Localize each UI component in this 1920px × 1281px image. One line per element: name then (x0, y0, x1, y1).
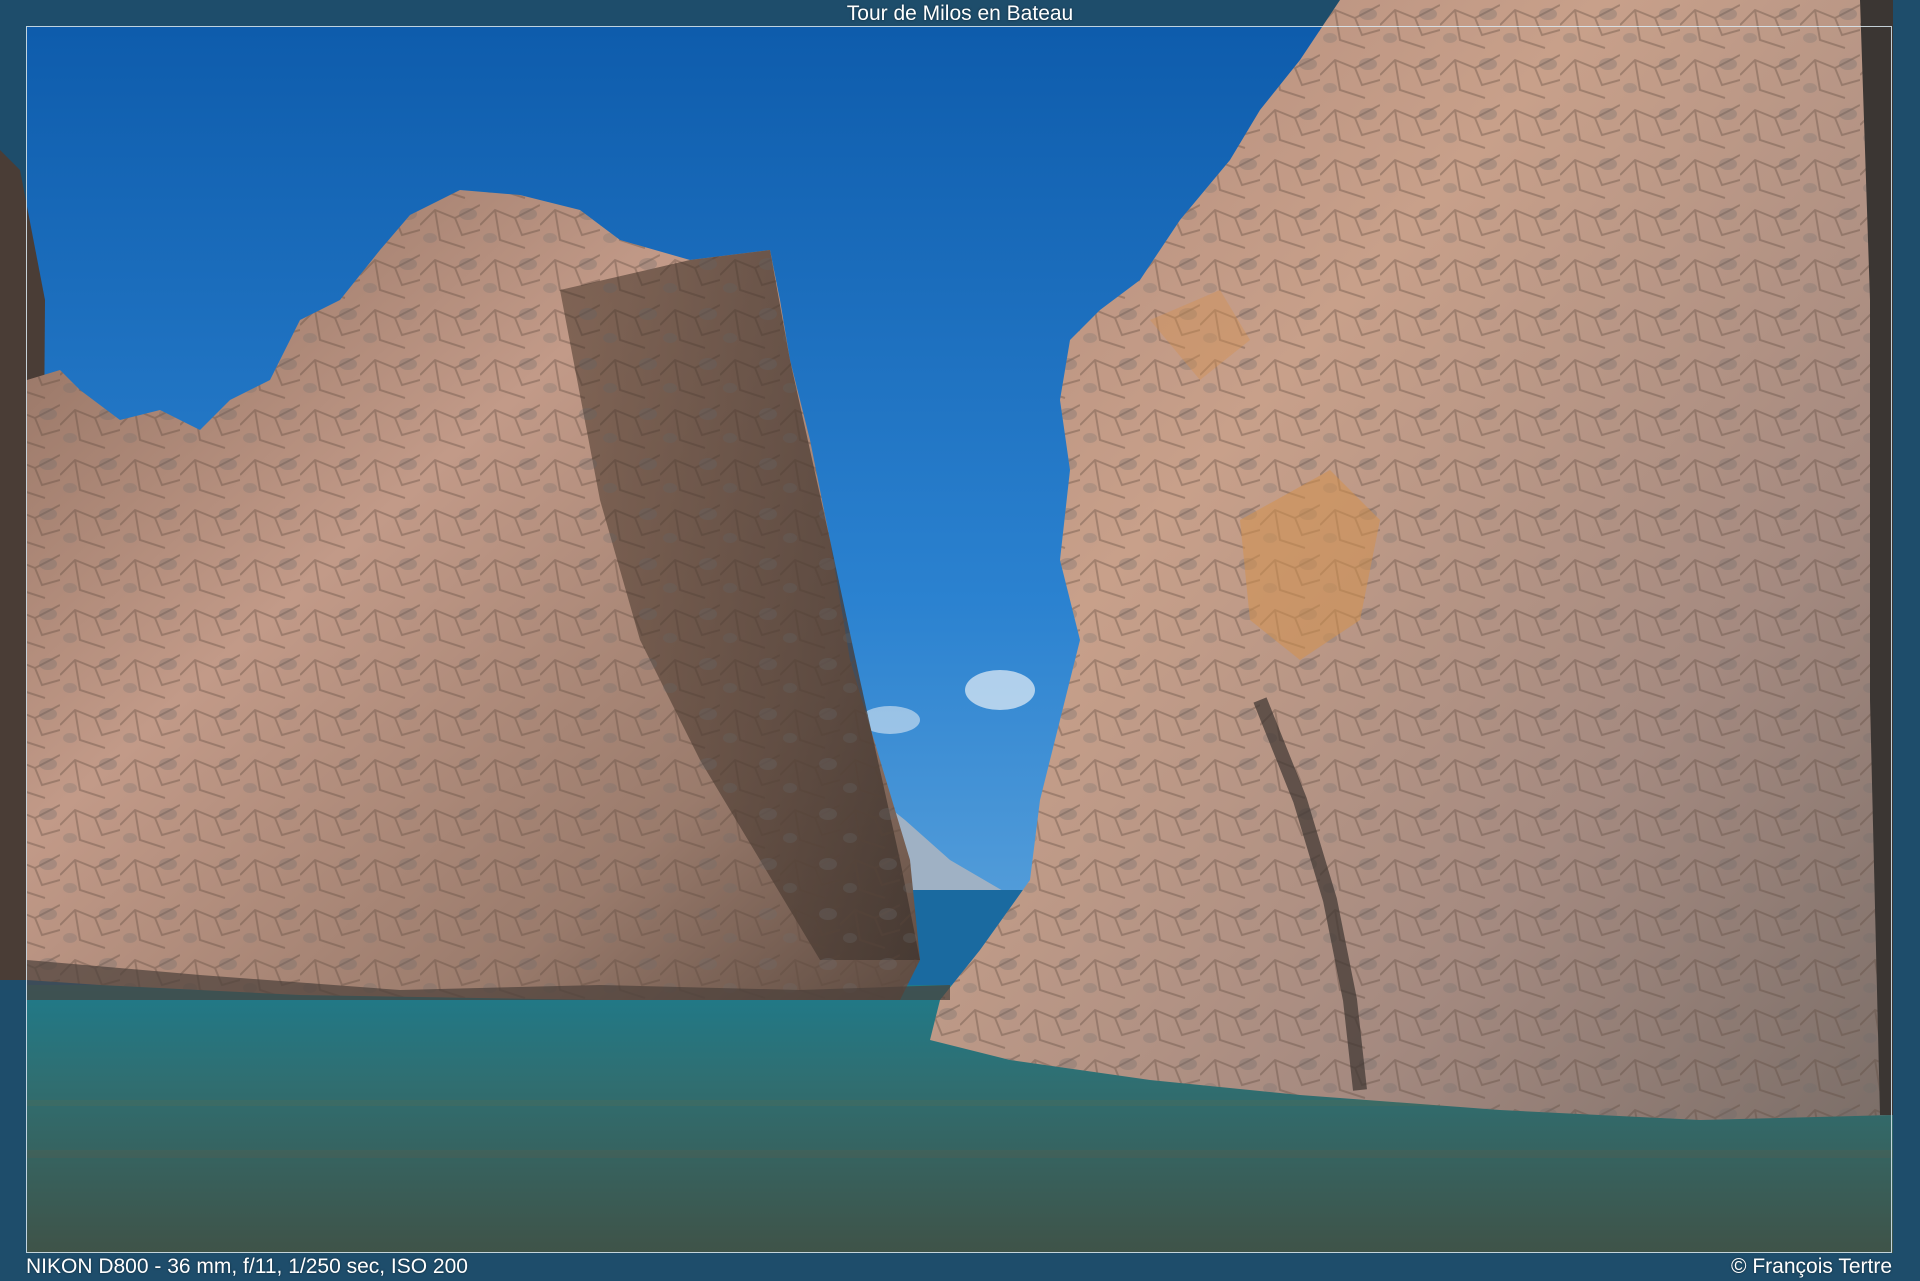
photo (0, 0, 1920, 1281)
photo-title: Tour de Milos en Bateau (846, 2, 1074, 25)
camera-info: NIKON D800 - 36 mm, f/11, 1/250 sec, ISO… (26, 1255, 468, 1278)
copyright: © François Tertre (1731, 1255, 1892, 1278)
photo-frame: Tour de Milos en Bateau NIKON D800 - 36 … (0, 0, 1920, 1281)
